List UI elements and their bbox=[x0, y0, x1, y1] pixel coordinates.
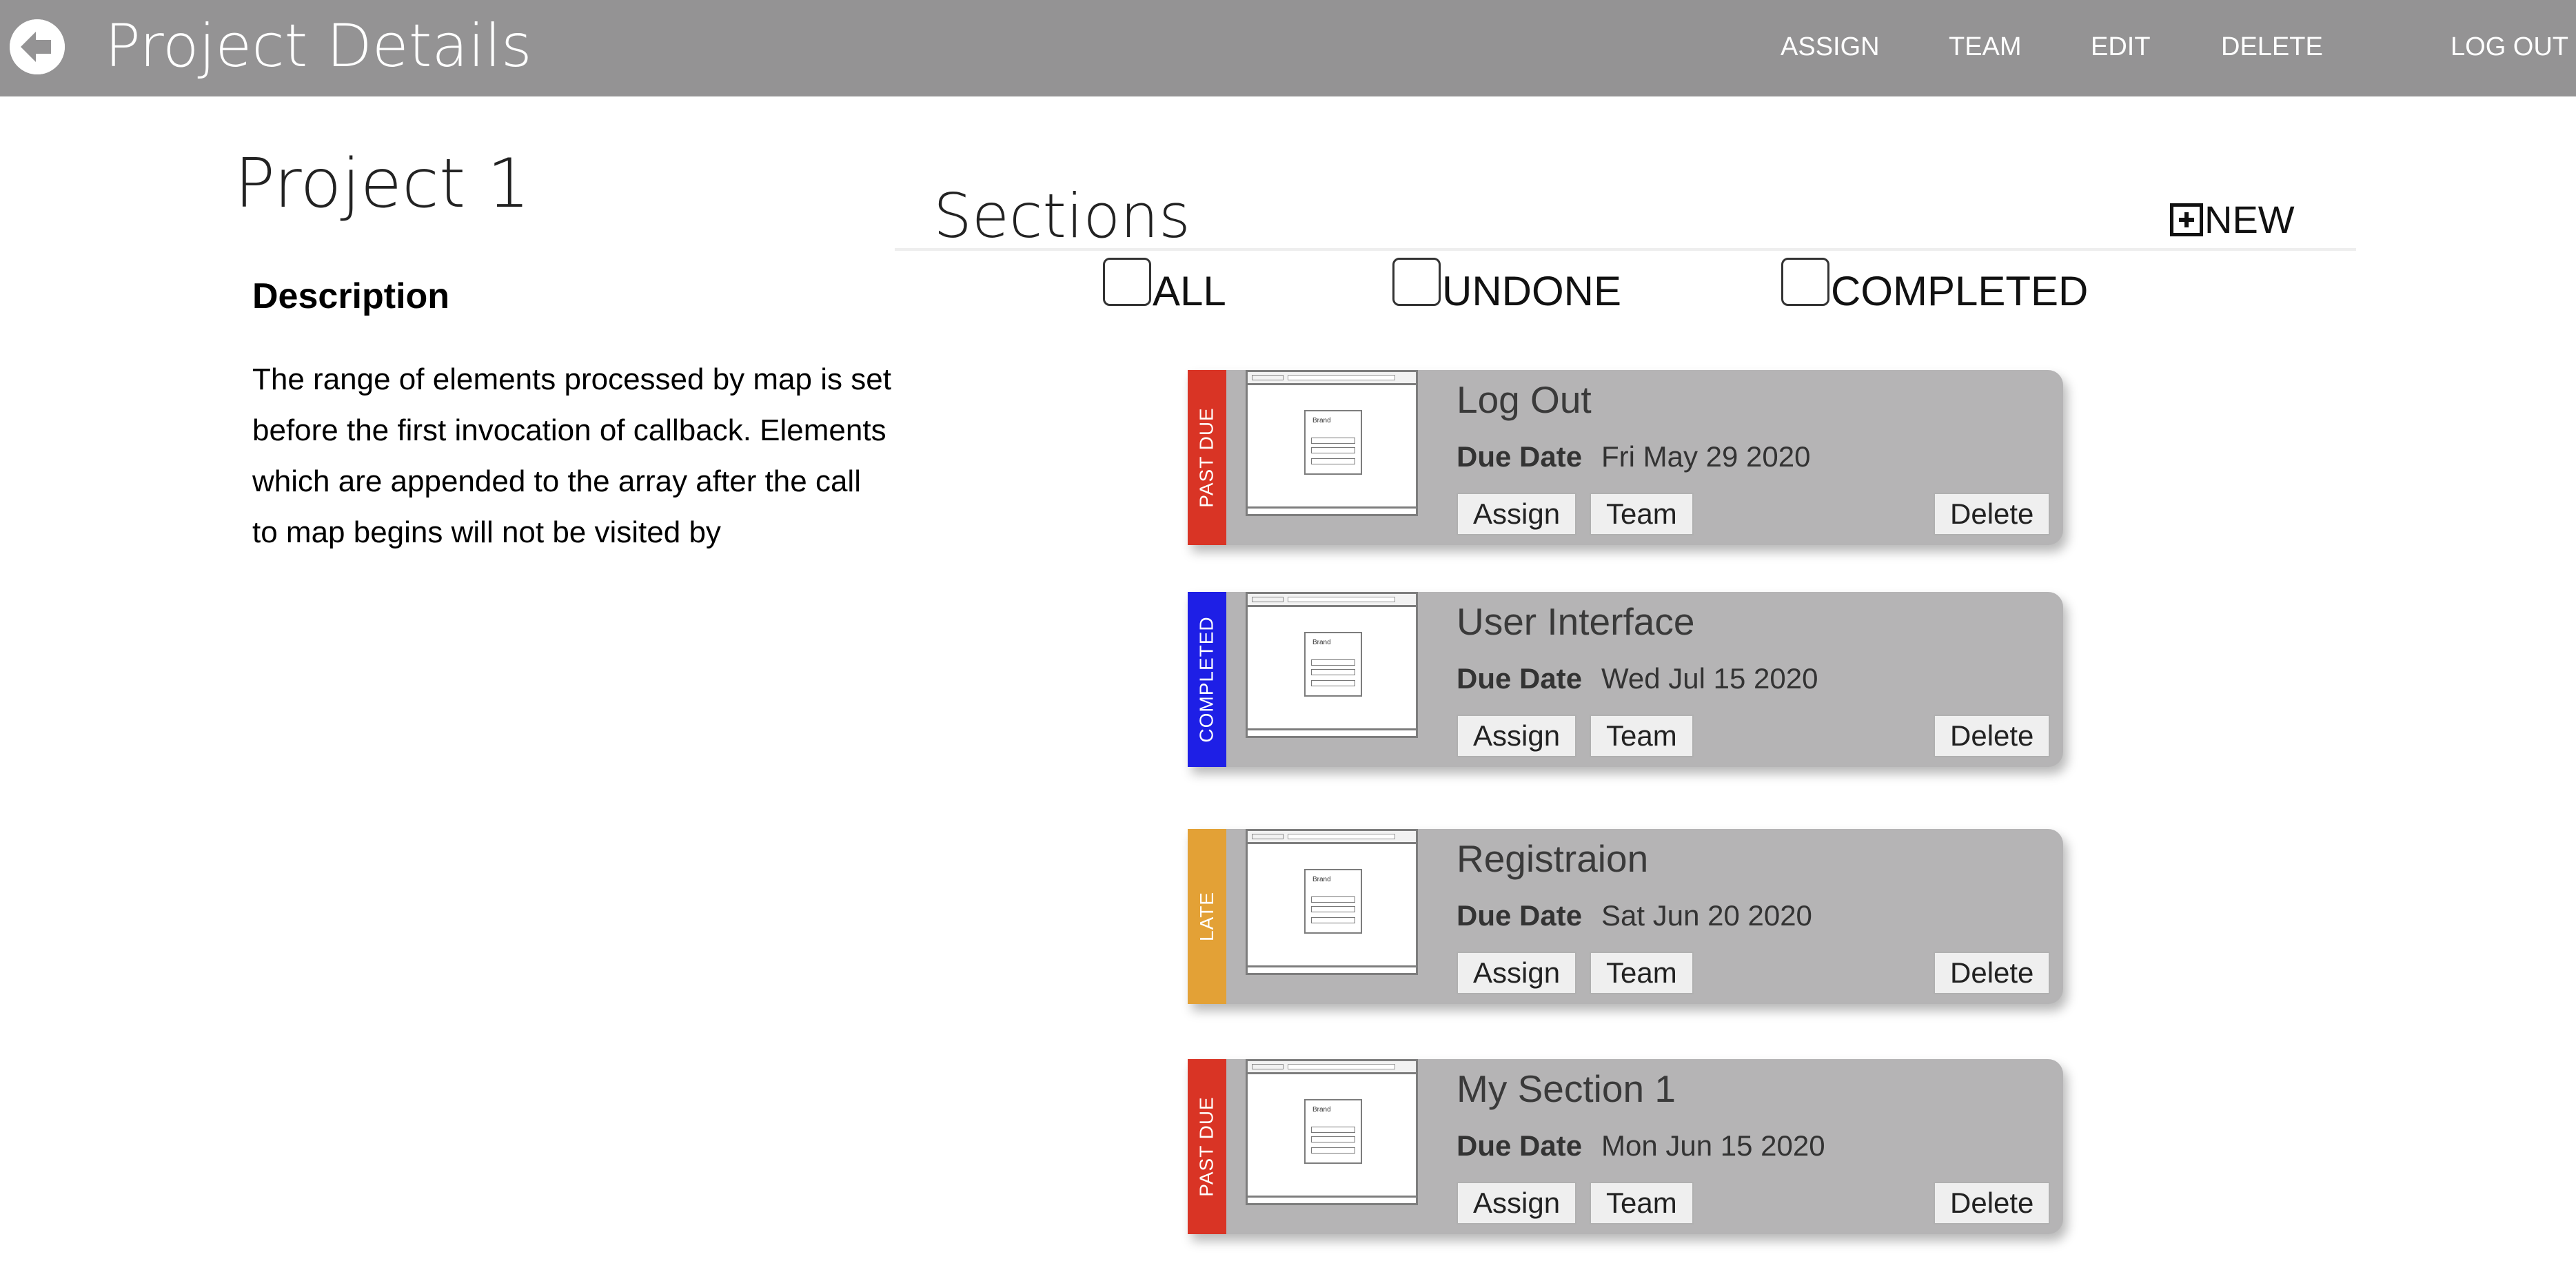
delete-button[interactable]: Delete bbox=[1934, 952, 2051, 994]
section-title: Registraion bbox=[1457, 837, 1649, 880]
team-button[interactable]: Team bbox=[1590, 1182, 1694, 1224]
team-button[interactable]: Team bbox=[1590, 493, 1694, 535]
assign-button[interactable]: Assign bbox=[1457, 1182, 1577, 1224]
filter-undone[interactable]: UNDONE bbox=[1392, 258, 1621, 313]
nav-delete[interactable]: DELETE bbox=[2221, 30, 2323, 63]
delete-button[interactable]: Delete bbox=[1934, 1182, 2051, 1224]
nav-edit[interactable]: EDIT bbox=[2091, 30, 2151, 63]
page-title: Project Details bbox=[105, 12, 532, 81]
filter-undone-label: UNDONE bbox=[1442, 268, 1622, 314]
due-date-label: Due Date bbox=[1457, 662, 1583, 695]
due-date-value: Wed Jul 15 2020 bbox=[1601, 662, 1818, 695]
status-strip: PAST DUE bbox=[1188, 370, 1226, 545]
team-button[interactable]: Team bbox=[1590, 952, 1694, 994]
due-date-value: Sat Jun 20 2020 bbox=[1601, 899, 1812, 932]
checkbox-all[interactable] bbox=[1103, 258, 1151, 306]
due-date-value: Mon Jun 15 2020 bbox=[1601, 1129, 1825, 1162]
thumbnail-brand: Brand bbox=[1312, 1106, 1331, 1114]
plus-square-icon bbox=[2170, 203, 2203, 236]
due-date-label: Due Date bbox=[1457, 899, 1583, 932]
status-badge: COMPLETED bbox=[1196, 616, 1217, 743]
delete-button[interactable]: Delete bbox=[1934, 493, 2051, 535]
checkbox-undone[interactable] bbox=[1392, 258, 1441, 306]
due-date-label: Due Date bbox=[1457, 1129, 1583, 1162]
filter-completed[interactable]: COMPLETED bbox=[1781, 258, 2088, 313]
section-thumbnail: Brand bbox=[1246, 829, 1418, 975]
section-card: PAST DUE Brand My Section 1 Due Date Mon… bbox=[1188, 1059, 2063, 1234]
section-title: Log Out bbox=[1457, 378, 1592, 421]
filter-all[interactable]: ALL bbox=[1103, 258, 1226, 313]
description-heading: Description bbox=[252, 276, 450, 316]
new-section-label: NEW bbox=[2204, 198, 2295, 241]
thumbnail-brand: Brand bbox=[1312, 639, 1331, 646]
status-strip: LATE bbox=[1188, 829, 1226, 1004]
team-button[interactable]: Team bbox=[1590, 715, 1694, 757]
sections-divider bbox=[895, 248, 2356, 251]
filter-completed-label: COMPLETED bbox=[1831, 268, 2089, 314]
section-thumbnail: Brand bbox=[1246, 370, 1418, 516]
app-header: Project Details ASSIGN TEAM EDIT DELETE … bbox=[0, 0, 2576, 96]
checkbox-completed[interactable] bbox=[1781, 258, 1829, 306]
sections-title: Sections bbox=[933, 181, 1190, 252]
section-card: COMPLETED Brand User Interface Due Date … bbox=[1188, 592, 2063, 767]
thumbnail-brand: Brand bbox=[1312, 417, 1331, 424]
arrow-left-icon bbox=[10, 19, 65, 74]
section-thumbnail: Brand bbox=[1246, 592, 1418, 738]
section-title: My Section 1 bbox=[1457, 1067, 1676, 1110]
assign-button[interactable]: Assign bbox=[1457, 952, 1577, 994]
status-strip: COMPLETED bbox=[1188, 592, 1226, 767]
new-section-button[interactable]: NEW bbox=[2170, 198, 2295, 241]
due-date-value: Fri May 29 2020 bbox=[1601, 440, 1811, 473]
back-icon[interactable] bbox=[10, 19, 65, 74]
nav-team[interactable]: TEAM bbox=[1949, 30, 2022, 63]
section-card: PAST DUE Brand Log Out Due Date Fri May … bbox=[1188, 370, 2063, 545]
description-text: The range of elements processed by map i… bbox=[252, 362, 891, 549]
project-title: Project 1 bbox=[234, 145, 530, 223]
section-thumbnail: Brand bbox=[1246, 1059, 1418, 1205]
status-badge: PAST DUE bbox=[1196, 407, 1218, 508]
due-date-label: Due Date bbox=[1457, 440, 1583, 473]
section-card: LATE Brand Registraion Due Date Sat Jun … bbox=[1188, 829, 2063, 1004]
status-strip: PAST DUE bbox=[1188, 1059, 1226, 1234]
assign-button[interactable]: Assign bbox=[1457, 715, 1577, 757]
nav-logout[interactable]: LOG OUT bbox=[2451, 30, 2568, 63]
section-title: User Interface bbox=[1457, 600, 1695, 643]
status-badge: PAST DUE bbox=[1196, 1096, 1218, 1197]
nav-assign[interactable]: ASSIGN bbox=[1781, 30, 1880, 63]
filter-all-label: ALL bbox=[1153, 268, 1226, 314]
delete-button[interactable]: Delete bbox=[1934, 715, 2051, 757]
status-badge: LATE bbox=[1196, 892, 1218, 941]
thumbnail-brand: Brand bbox=[1312, 876, 1331, 883]
assign-button[interactable]: Assign bbox=[1457, 493, 1577, 535]
